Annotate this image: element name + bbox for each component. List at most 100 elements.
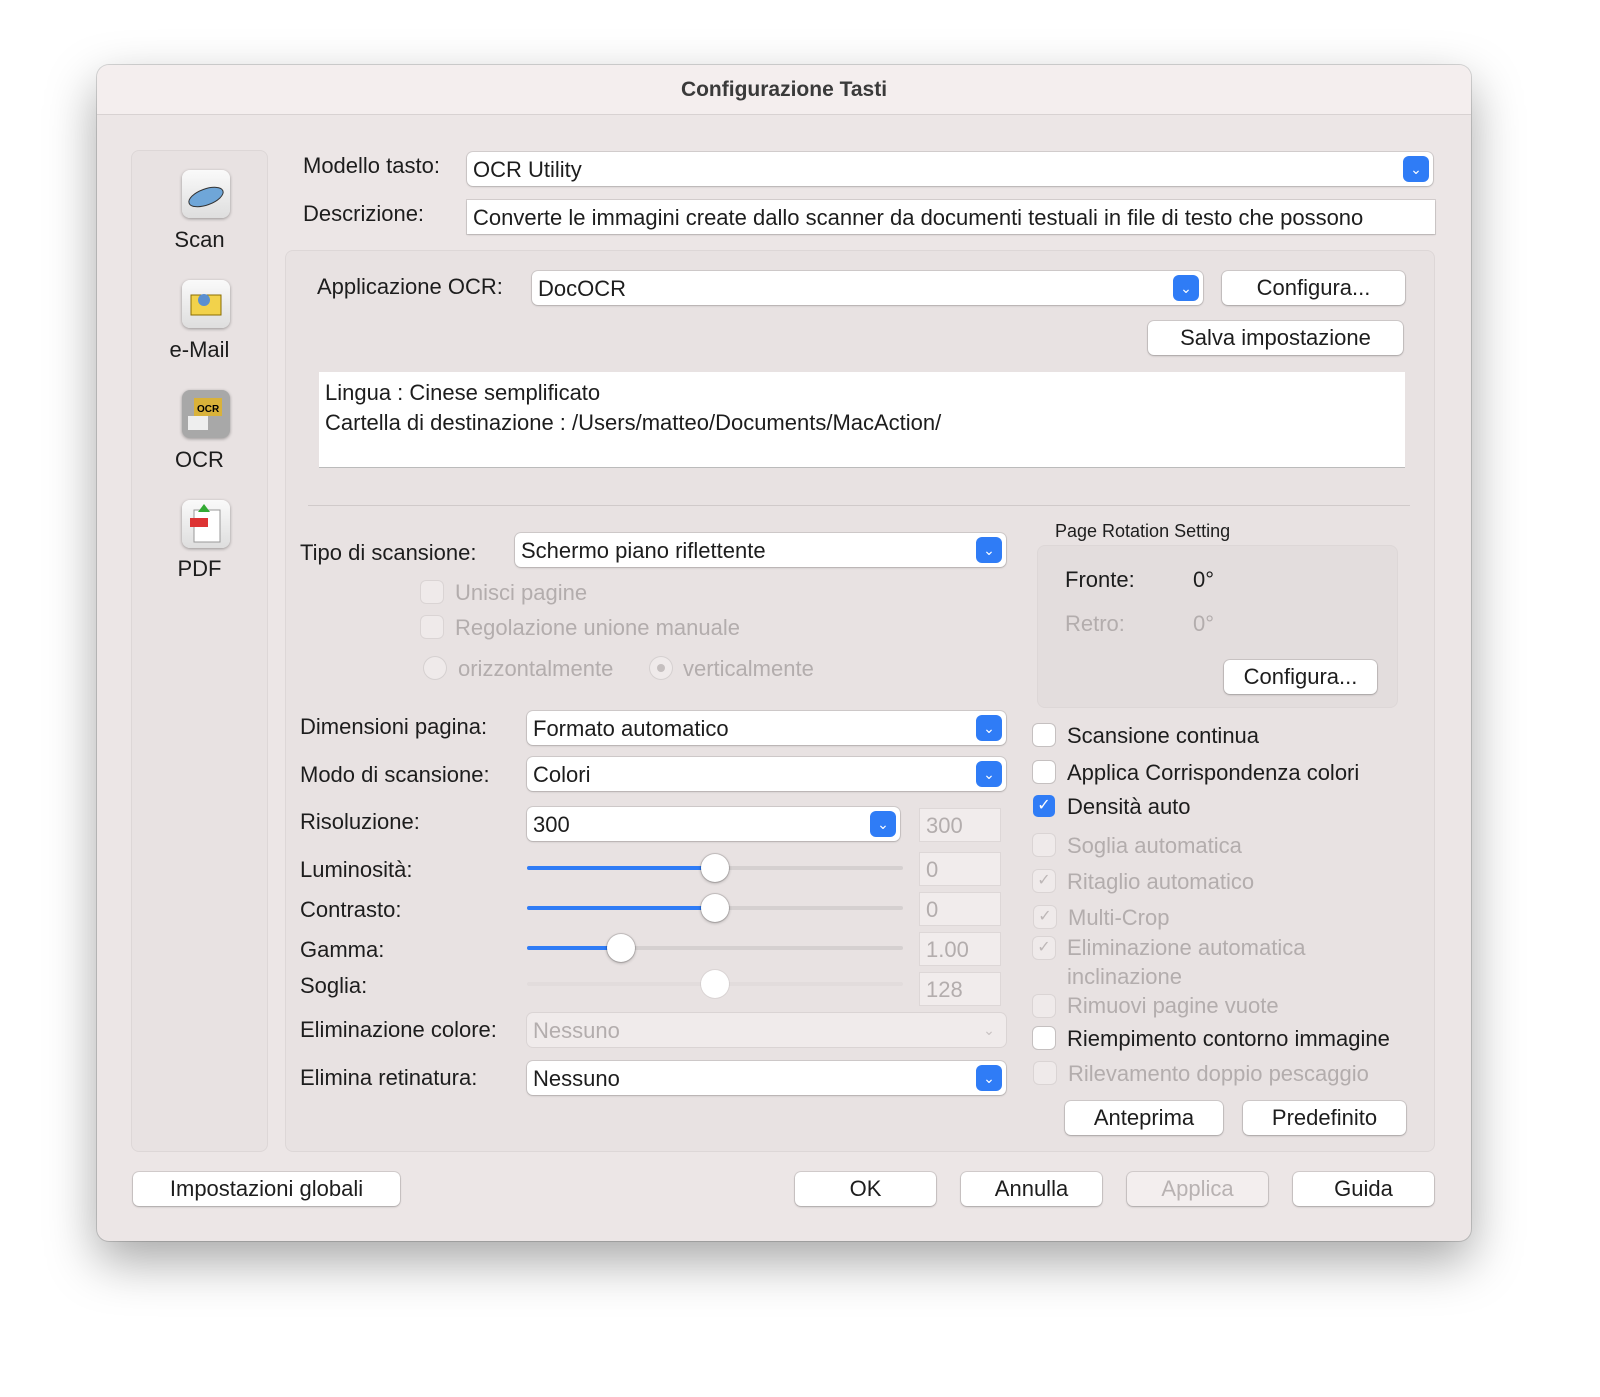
contrast-field[interactable]: 0	[919, 892, 1001, 926]
description-field[interactable]: Converte le immagini create dallo scanne…	[467, 200, 1435, 234]
brightness-slider[interactable]	[527, 854, 903, 882]
descreen-value: Nessuno	[533, 1066, 620, 1091]
window-title: Configurazione Tasti	[97, 65, 1471, 115]
ok-button[interactable]: OK	[795, 1172, 936, 1206]
double-feed-label: Rilevamento doppio pescaggio	[1068, 1061, 1369, 1086]
chevron-down-icon: ⌄	[976, 715, 1002, 741]
double-feed-checkbox[interactable]	[1034, 1062, 1056, 1084]
auto-deskew-label: Eliminazione automatica	[1067, 935, 1306, 960]
rotation-configure-button[interactable]: Configura...	[1224, 660, 1377, 694]
edge-fill-checkbox[interactable]	[1033, 1027, 1055, 1049]
email-icon[interactable]	[182, 280, 230, 328]
gamma-slider[interactable]	[527, 934, 903, 962]
ocr-icon[interactable]: OCR	[182, 390, 230, 438]
language-info: Lingua : Cinese semplificato	[325, 380, 601, 405]
chevron-down-icon: ⌄	[870, 811, 896, 837]
slider-knob[interactable]	[701, 854, 729, 882]
ocr-info-box: Lingua : Cinese semplificato Cartella di…	[319, 372, 1405, 468]
brightness-field[interactable]: 0	[919, 852, 1001, 886]
gamma-field[interactable]: 1.00	[919, 932, 1001, 966]
chevron-down-icon: ⌄	[983, 1022, 995, 1038]
front-label: Fronte:	[1065, 567, 1135, 592]
chevron-down-icon: ⌄	[1403, 156, 1429, 182]
color-dropout-select[interactable]: Nessuno ⌄	[527, 1013, 1006, 1047]
auto-crop-label: Ritaglio automatico	[1067, 869, 1255, 894]
help-button[interactable]: Guida	[1293, 1172, 1434, 1206]
auto-deskew-label-2: inclinazione	[1067, 964, 1182, 989]
page-rotation-title: Page Rotation Setting	[1055, 521, 1231, 541]
preview-button[interactable]: Anteprima	[1065, 1101, 1223, 1135]
resolution-select[interactable]: 300 ⌄	[527, 807, 900, 841]
scan-type-value: Schermo piano riflettente	[521, 538, 766, 563]
resolution-field[interactable]: 300	[919, 808, 1001, 842]
default-button[interactable]: Predefinito	[1243, 1101, 1406, 1135]
save-setting-button[interactable]: Salva impostazione	[1148, 321, 1403, 355]
resolution-label: Risoluzione:	[300, 809, 420, 834]
auto-deskew-checkbox[interactable]: ✓	[1033, 937, 1055, 959]
continuous-scan-checkbox[interactable]	[1033, 724, 1055, 746]
multi-crop-checkbox[interactable]: ✓	[1034, 906, 1056, 928]
auto-density-label: Densità auto	[1067, 794, 1191, 819]
sidebar-item-pdf[interactable]: PDF	[131, 556, 268, 582]
back-value: 0°	[1193, 611, 1215, 636]
pdf-icon[interactable]	[182, 500, 230, 548]
scanner-icon[interactable]	[182, 170, 230, 218]
horizontal-label: orizzontalmente	[458, 656, 614, 681]
model-select[interactable]: OCR Utility ⌄	[467, 152, 1433, 186]
contrast-slider[interactable]	[527, 894, 903, 922]
ocr-app-label: Applicazione OCR:	[317, 274, 503, 299]
sidebar-item-scan[interactable]: Scan	[131, 227, 268, 253]
destination-info: Cartella di destinazione : /Users/matteo…	[325, 410, 942, 435]
remove-blank-pages-checkbox[interactable]	[1033, 995, 1055, 1017]
chevron-down-icon: ⌄	[1173, 275, 1199, 301]
threshold-field[interactable]: 128	[919, 972, 1001, 1006]
color-dropout-value: Nessuno	[533, 1018, 620, 1043]
resolution-value: 300	[533, 812, 570, 837]
ocr-app-select[interactable]: DocOCR ⌄	[532, 271, 1203, 305]
page-size-label: Dimensioni pagina:	[300, 714, 488, 739]
configuration-dialog: Configurazione Tasti Scan e-Mail OCR OCR…	[97, 65, 1471, 1241]
vertical-radio[interactable]	[650, 657, 672, 679]
scan-mode-value: Colori	[533, 762, 591, 787]
color-matching-checkbox[interactable]	[1033, 761, 1055, 783]
brightness-label: Luminosità:	[300, 857, 413, 882]
chevron-down-icon: ⌄	[976, 1065, 1002, 1091]
sidebar-item-email[interactable]: e-Mail	[131, 337, 268, 363]
edge-fill-label: Riempimento contorno immagine	[1067, 1026, 1390, 1051]
ocr-app-value: DocOCR	[538, 276, 627, 301]
model-value: OCR Utility	[473, 157, 582, 182]
slider-knob[interactable]	[607, 934, 635, 962]
scan-mode-select[interactable]: Colori ⌄	[527, 757, 1006, 791]
descreen-select[interactable]: Nessuno ⌄	[527, 1061, 1006, 1095]
merge-pages-label: Unisci pagine	[455, 580, 588, 605]
auto-crop-checkbox[interactable]: ✓	[1033, 870, 1055, 892]
continuous-scan-label: Scansione continua	[1067, 723, 1260, 748]
threshold-slider[interactable]	[527, 970, 903, 998]
vertical-label: verticalmente	[683, 656, 814, 681]
scan-mode-label: Modo di scansione:	[300, 762, 490, 787]
slider-knob[interactable]	[701, 970, 729, 998]
manual-merge-checkbox[interactable]	[421, 616, 443, 638]
separator	[308, 505, 1410, 506]
svg-text:OCR: OCR	[197, 404, 220, 415]
ocr-configure-button[interactable]: Configura...	[1222, 271, 1405, 305]
scan-type-select[interactable]: Schermo piano riflettente ⌄	[515, 533, 1006, 567]
global-settings-button[interactable]: Impostazioni globali	[133, 1172, 400, 1206]
back-label: Retro:	[1065, 611, 1125, 636]
contrast-label: Contrasto:	[300, 897, 402, 922]
slider-knob[interactable]	[701, 894, 729, 922]
horizontal-radio[interactable]	[424, 657, 446, 679]
color-dropout-label: Eliminazione colore:	[300, 1017, 497, 1042]
sidebar-item-ocr[interactable]: OCR	[131, 447, 268, 473]
descreen-label: Elimina retinatura:	[300, 1065, 478, 1090]
multi-crop-label: Multi-Crop	[1068, 905, 1170, 930]
chevron-down-icon: ⌄	[976, 537, 1002, 563]
auto-threshold-checkbox[interactable]	[1033, 834, 1055, 856]
page-size-select[interactable]: Formato automatico ⌄	[527, 711, 1006, 745]
cancel-button[interactable]: Annulla	[961, 1172, 1102, 1206]
merge-pages-checkbox[interactable]	[421, 581, 443, 603]
description-label: Descrizione:	[303, 201, 425, 226]
apply-button[interactable]: Applica	[1127, 1172, 1268, 1206]
gamma-label: Gamma:	[300, 937, 385, 962]
auto-density-checkbox[interactable]: ✓	[1033, 795, 1055, 817]
